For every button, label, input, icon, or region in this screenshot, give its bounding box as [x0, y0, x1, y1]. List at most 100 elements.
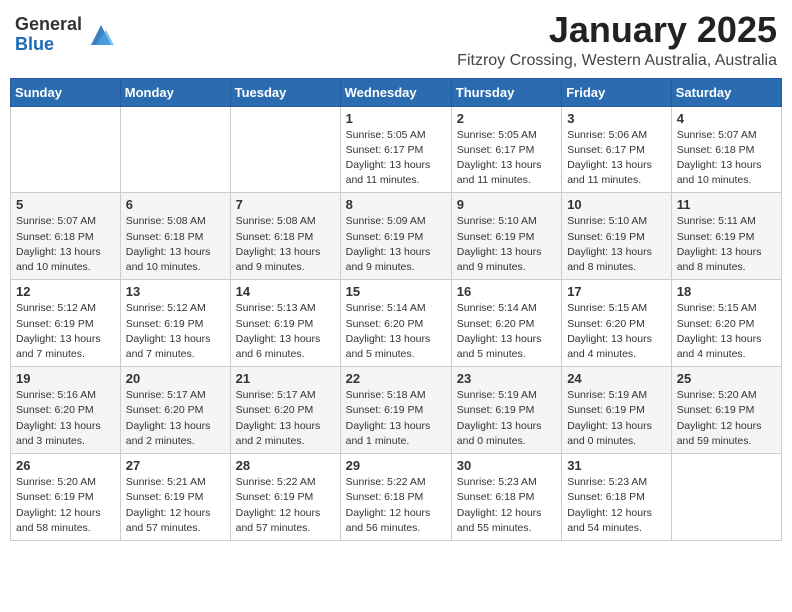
day-info: Sunrise: 5:17 AM Sunset: 6:20 PM Dayligh…	[126, 388, 225, 449]
day-number: 5	[16, 197, 115, 212]
day-info: Sunrise: 5:15 AM Sunset: 6:20 PM Dayligh…	[567, 301, 666, 362]
day-number: 26	[16, 458, 115, 473]
day-info: Sunrise: 5:21 AM Sunset: 6:19 PM Dayligh…	[126, 475, 225, 536]
day-info: Sunrise: 5:05 AM Sunset: 6:17 PM Dayligh…	[346, 128, 446, 189]
calendar-cell: 27 Sunrise: 5:21 AM Sunset: 6:19 PM Dayli…	[120, 454, 230, 541]
month-title: January 2025	[457, 10, 777, 50]
title-block: January 2025 Fitzroy Crossing, Western A…	[457, 10, 777, 70]
day-number: 8	[346, 197, 446, 212]
day-info: Sunrise: 5:22 AM Sunset: 6:18 PM Dayligh…	[346, 475, 446, 536]
weekday-header-thursday: Thursday	[451, 78, 561, 106]
logo-general-text: General	[15, 15, 82, 35]
day-number: 20	[126, 371, 225, 386]
calendar-week-2: 5 Sunrise: 5:07 AM Sunset: 6:18 PM Daylig…	[11, 193, 782, 280]
calendar-cell: 7Sunrise: 5:08 AM Sunset: 6:18 PM Daylig…	[230, 193, 340, 280]
calendar-cell: 6Sunrise: 5:08 AM Sunset: 6:18 PM Daylig…	[120, 193, 230, 280]
calendar-cell	[671, 454, 781, 541]
day-number: 25	[677, 371, 776, 386]
calendar-cell: 28Sunrise: 5:22 AM Sunset: 6:19 PM Dayli…	[230, 454, 340, 541]
calendar-cell	[11, 106, 121, 193]
day-number: 15	[346, 284, 446, 299]
day-number: 24	[567, 371, 666, 386]
calendar-cell	[120, 106, 230, 193]
day-number: 27	[126, 458, 225, 473]
day-info: Sunrise: 5:16 AM Sunset: 6:20 PM Dayligh…	[16, 388, 115, 449]
day-number: 1	[346, 111, 446, 126]
calendar-cell: 12 Sunrise: 5:12 AM Sunset: 6:19 PM Dayli…	[11, 280, 121, 367]
day-number: 6	[126, 197, 225, 212]
calendar-week-5: 26 Sunrise: 5:20 AM Sunset: 6:19 PM Dayli…	[11, 454, 782, 541]
calendar-cell: 4 Sunrise: 5:07 AM Sunset: 6:18 PM Daylig…	[671, 106, 781, 193]
day-number: 23	[457, 371, 556, 386]
day-number: 29	[346, 458, 446, 473]
day-number: 16	[457, 284, 556, 299]
calendar-cell: 18 Sunrise: 5:15 AM Sunset: 6:20 PM Dayli…	[671, 280, 781, 367]
day-info: Sunrise: 5:12 AM Sunset: 6:19 PM Dayligh…	[126, 301, 225, 362]
day-info: Sunrise: 5:11 AM Sunset: 6:19 PM Dayligh…	[677, 214, 776, 275]
calendar-cell: 10Sunrise: 5:10 AM Sunset: 6:19 PM Dayli…	[562, 193, 672, 280]
calendar-cell: 1 Sunrise: 5:05 AM Sunset: 6:17 PM Daylig…	[340, 106, 451, 193]
day-number: 17	[567, 284, 666, 299]
calendar-cell: 31 Sunrise: 5:23 AM Sunset: 6:18 PM Dayli…	[562, 454, 672, 541]
logo-icon	[86, 20, 116, 50]
calendar-cell: 24 Sunrise: 5:19 AM Sunset: 6:19 PM Dayli…	[562, 367, 672, 454]
day-info: Sunrise: 5:07 AM Sunset: 6:18 PM Dayligh…	[677, 128, 776, 189]
day-info: Sunrise: 5:14 AM Sunset: 6:20 PM Dayligh…	[346, 301, 446, 362]
day-number: 22	[346, 371, 446, 386]
day-info: Sunrise: 5:09 AM Sunset: 6:19 PM Dayligh…	[346, 214, 446, 275]
day-number: 13	[126, 284, 225, 299]
day-number: 12	[16, 284, 115, 299]
calendar-week-4: 19 Sunrise: 5:16 AM Sunset: 6:20 PM Dayli…	[11, 367, 782, 454]
day-info: Sunrise: 5:17 AM Sunset: 6:20 PM Dayligh…	[236, 388, 335, 449]
day-number: 18	[677, 284, 776, 299]
day-info: Sunrise: 5:20 AM Sunset: 6:19 PM Dayligh…	[677, 388, 776, 449]
calendar-cell: 5 Sunrise: 5:07 AM Sunset: 6:18 PM Daylig…	[11, 193, 121, 280]
logo: General Blue	[15, 15, 116, 55]
calendar-week-1: 1 Sunrise: 5:05 AM Sunset: 6:17 PM Daylig…	[11, 106, 782, 193]
day-info: Sunrise: 5:10 AM Sunset: 6:19 PM Dayligh…	[567, 214, 666, 275]
day-number: 2	[457, 111, 556, 126]
logo-blue-text: Blue	[15, 35, 82, 55]
day-info: Sunrise: 5:15 AM Sunset: 6:20 PM Dayligh…	[677, 301, 776, 362]
day-number: 9	[457, 197, 556, 212]
day-info: Sunrise: 5:20 AM Sunset: 6:19 PM Dayligh…	[16, 475, 115, 536]
day-info: Sunrise: 5:19 AM Sunset: 6:19 PM Dayligh…	[567, 388, 666, 449]
calendar-cell: 29 Sunrise: 5:22 AM Sunset: 6:18 PM Dayli…	[340, 454, 451, 541]
day-number: 19	[16, 371, 115, 386]
weekday-header-wednesday: Wednesday	[340, 78, 451, 106]
day-info: Sunrise: 5:23 AM Sunset: 6:18 PM Dayligh…	[457, 475, 556, 536]
weekday-header-monday: Monday	[120, 78, 230, 106]
day-info: Sunrise: 5:18 AM Sunset: 6:19 PM Dayligh…	[346, 388, 446, 449]
calendar-cell: 9Sunrise: 5:10 AM Sunset: 6:19 PM Daylig…	[451, 193, 561, 280]
day-number: 31	[567, 458, 666, 473]
day-number: 30	[457, 458, 556, 473]
calendar-cell: 17 Sunrise: 5:15 AM Sunset: 6:20 PM Dayli…	[562, 280, 672, 367]
day-info: Sunrise: 5:13 AM Sunset: 6:19 PM Dayligh…	[236, 301, 335, 362]
day-info: Sunrise: 5:19 AM Sunset: 6:19 PM Dayligh…	[457, 388, 556, 449]
calendar-cell: 26 Sunrise: 5:20 AM Sunset: 6:19 PM Dayli…	[11, 454, 121, 541]
calendar-cell	[230, 106, 340, 193]
calendar-cell: 21Sunrise: 5:17 AM Sunset: 6:20 PM Dayli…	[230, 367, 340, 454]
day-info: Sunrise: 5:23 AM Sunset: 6:18 PM Dayligh…	[567, 475, 666, 536]
day-info: Sunrise: 5:14 AM Sunset: 6:20 PM Dayligh…	[457, 301, 556, 362]
calendar-week-3: 12 Sunrise: 5:12 AM Sunset: 6:19 PM Dayli…	[11, 280, 782, 367]
day-number: 7	[236, 197, 335, 212]
calendar-cell: 2 Sunrise: 5:05 AM Sunset: 6:17 PM Daylig…	[451, 106, 561, 193]
day-number: 3	[567, 111, 666, 126]
calendar-cell: 23 Sunrise: 5:19 AM Sunset: 6:19 PM Dayli…	[451, 367, 561, 454]
day-number: 4	[677, 111, 776, 126]
calendar-cell: 3 Sunrise: 5:06 AM Sunset: 6:17 PM Daylig…	[562, 106, 672, 193]
calendar-cell: 13 Sunrise: 5:12 AM Sunset: 6:19 PM Dayli…	[120, 280, 230, 367]
calendar-cell: 11Sunrise: 5:11 AM Sunset: 6:19 PM Dayli…	[671, 193, 781, 280]
day-info: Sunrise: 5:06 AM Sunset: 6:17 PM Dayligh…	[567, 128, 666, 189]
weekday-header-tuesday: Tuesday	[230, 78, 340, 106]
day-info: Sunrise: 5:12 AM Sunset: 6:19 PM Dayligh…	[16, 301, 115, 362]
calendar-header-row: SundayMondayTuesdayWednesdayThursdayFrid…	[11, 78, 782, 106]
day-info: Sunrise: 5:05 AM Sunset: 6:17 PM Dayligh…	[457, 128, 556, 189]
calendar-cell: 22 Sunrise: 5:18 AM Sunset: 6:19 PM Dayli…	[340, 367, 451, 454]
calendar-cell: 8 Sunrise: 5:09 AM Sunset: 6:19 PM Daylig…	[340, 193, 451, 280]
page-header: General Blue January 2025 Fitzroy Crossi…	[10, 10, 782, 70]
calendar-cell: 25 Sunrise: 5:20 AM Sunset: 6:19 PM Dayli…	[671, 367, 781, 454]
calendar-cell: 20 Sunrise: 5:17 AM Sunset: 6:20 PM Dayli…	[120, 367, 230, 454]
day-info: Sunrise: 5:07 AM Sunset: 6:18 PM Dayligh…	[16, 214, 115, 275]
